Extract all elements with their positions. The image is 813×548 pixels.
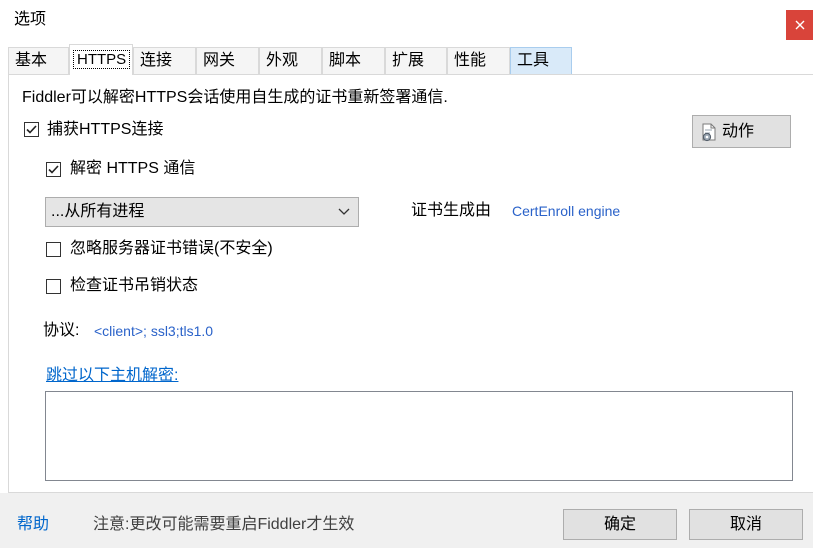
process-filter-value: ...从所有进程 [51,203,145,220]
tab-label: 工具 [517,52,550,69]
cancel-button-label: 取消 [729,515,762,533]
cancel-button[interactable]: 取消 [689,509,803,540]
ok-button[interactable]: 确定 [563,509,677,540]
checkmark-icon [48,165,59,174]
tab-label: 脚本 [329,52,362,69]
process-filter-dropdown[interactable]: ...从所有进程 [45,197,359,227]
restart-note: 注意:更改可能需要重启Fiddler才生效 [93,516,355,533]
ignore-cert-errors-label[interactable]: 忽略服务器证书错误(不安全) [70,239,273,259]
https-description: Fiddler可以解密HTTPS会话使用自生成的证书重新签署通信. [22,89,448,106]
tab-label: 连接 [140,52,173,69]
protocols-label: 协议: [43,322,80,339]
tab-scripting[interactable]: 脚本 [322,47,385,74]
capture-https-checkbox[interactable] [24,122,39,137]
tab-label: 网关 [203,52,236,69]
capture-https-label[interactable]: 捕获HTTPS连接 [47,120,163,140]
protocols-value[interactable]: <client>; ssl3;tls1.0 [94,322,213,340]
tab-appearance[interactable]: 外观 [259,47,322,74]
tab-label: 外观 [266,52,299,69]
chevron-down-icon [338,208,350,215]
tab-gateway[interactable]: 网关 [196,47,259,74]
tab-basic[interactable]: 基本 [8,47,69,74]
ok-button-label: 确定 [603,515,636,533]
tab-label: HTTPS [72,50,131,69]
actions-button[interactable]: 动作 [692,115,791,148]
tab-label: 扩展 [392,52,425,69]
certificate-generator-value[interactable]: CertEnroll engine [512,202,620,220]
tab-label: 基本 [15,52,48,69]
window-title: 选项 [14,11,47,28]
dialog-footer: 帮助 注意:更改可能需要重启Fiddler才生效 确定 取消 [0,493,813,548]
certificate-gear-icon [702,123,716,141]
tab-performance[interactable]: 性能 [447,47,510,74]
tab-label: 性能 [454,52,487,69]
tab-tools[interactable]: 工具 [510,47,572,74]
check-revocation-label[interactable]: 检查证书吊销状态 [70,276,198,296]
tab-connections[interactable]: 连接 [133,47,196,74]
checkmark-icon [26,125,37,134]
help-link[interactable]: 帮助 [17,515,49,535]
skip-decryption-link[interactable]: 跳过以下主机解密: [46,366,178,386]
skip-decryption-hosts-input[interactable] [45,391,793,481]
decrypt-https-label[interactable]: 解密 HTTPS 通信 [70,159,195,179]
https-tab-panel: Fiddler可以解密HTTPS会话使用自生成的证书重新签署通信. 捕获HTTP… [8,74,813,493]
ignore-cert-errors-checkbox[interactable] [46,242,61,257]
tab-https[interactable]: HTTPS [69,44,133,75]
decrypt-https-checkbox[interactable] [46,162,61,177]
certificate-generator-label: 证书生成由 [411,202,492,219]
check-revocation-checkbox[interactable] [46,279,61,294]
close-icon [795,20,804,30]
close-button[interactable] [786,10,813,40]
actions-button-label: 动作 [722,122,755,140]
tab-extensions[interactable]: 扩展 [385,47,447,74]
